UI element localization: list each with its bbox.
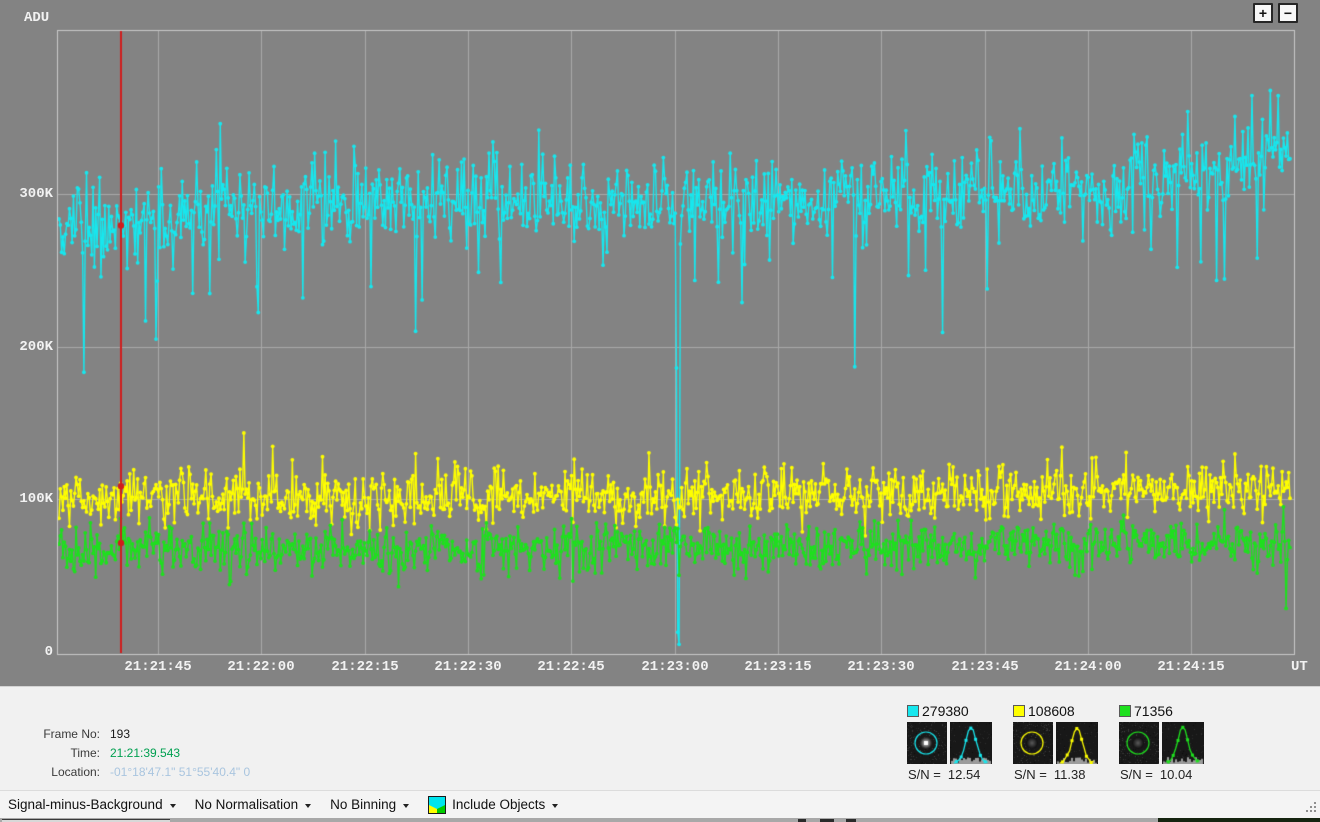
x-tick-label: 21:23:15: [733, 659, 823, 675]
legend-header: 108608: [1013, 704, 1111, 718]
legend-thumbnails: [1119, 722, 1217, 764]
background-window-sliver: [0, 818, 1320, 822]
psf-profile-thumbnail: [950, 722, 992, 764]
time-value: 21:21:39.543: [110, 746, 180, 760]
location-row: Location: -01°18'47.1" 51°55'40.4" 0: [12, 762, 250, 781]
sn-label: S/N =: [1014, 767, 1047, 782]
series-color-swatch: [1119, 705, 1131, 717]
zoom-out-button[interactable]: −: [1278, 3, 1298, 23]
chevron-down-icon: [170, 804, 176, 808]
dropdown-label: No Binning: [330, 797, 396, 812]
sn-value: 11.38: [1054, 767, 1086, 782]
dropdown-signal-mode[interactable]: Signal-minus-Background: [8, 797, 176, 812]
legend-header: 71356: [1119, 704, 1217, 718]
frame-info: Frame No: 193 Time: 21:21:39.543 Locatio…: [12, 724, 250, 781]
location-label: Location:: [12, 765, 110, 779]
dropdown-normalisation[interactable]: No Normalisation: [195, 797, 312, 812]
x-tick-label: 21:24:00: [1043, 659, 1133, 675]
dropdown-binning[interactable]: No Binning: [330, 797, 409, 812]
star-image-thumbnail: [1013, 722, 1053, 764]
frame-no-row: Frame No: 193: [12, 724, 250, 743]
chevron-down-icon: [552, 804, 558, 808]
signal-to-noise: S/N = 11.38: [1014, 767, 1111, 782]
resize-grip-icon[interactable]: [1304, 800, 1318, 814]
series-intensity-value: 108608: [1028, 703, 1075, 719]
x-axis-title: UT: [1291, 659, 1308, 675]
info-panel: Frame No: 193 Time: 21:21:39.543 Locatio…: [0, 686, 1320, 790]
legend-group-object-3: 71356 S/N = 10.04: [1115, 704, 1217, 782]
bottom-toolbar: Signal-minus-Background No Normalisation…: [0, 790, 1320, 818]
legend-group-object-2: 108608 S/N = 11.38: [1009, 704, 1111, 782]
dropdown-label: Include Objects: [452, 797, 545, 812]
zoom-in-button[interactable]: +: [1253, 3, 1273, 23]
frame-no-value: 193: [110, 727, 130, 741]
star-image-thumbnail: [907, 722, 947, 764]
chevron-down-icon: [305, 804, 311, 808]
y-tick-label: 0: [6, 644, 53, 660]
series-intensity-value: 71356: [1134, 703, 1173, 719]
include-objects-icon: [428, 796, 446, 814]
x-tick-label: 21:22:00: [216, 659, 306, 675]
chevron-down-icon: [403, 804, 409, 808]
location-value: -01°18'47.1" 51°55'40.4" 0: [110, 765, 250, 779]
star-image-thumbnail: [1119, 722, 1159, 764]
y-tick-label: 300K: [6, 186, 53, 202]
dropdown-include-objects[interactable]: Include Objects: [428, 796, 558, 814]
x-tick-label: 21:22:45: [526, 659, 616, 675]
x-tick-label: 21:22:30: [423, 659, 513, 675]
dropdown-label: Signal-minus-Background: [8, 797, 163, 812]
sn-value: 12.54: [948, 767, 981, 782]
legend-header: 279380: [907, 704, 1005, 718]
x-tick-label: 21:23:45: [940, 659, 1030, 675]
sn-value: 10.04: [1160, 767, 1193, 782]
legend-thumbnails: [1013, 722, 1111, 764]
y-axis-title: ADU: [24, 10, 49, 26]
legend-group-object-1: 279380 S/N = 12.54: [903, 704, 1005, 782]
psf-profile-thumbnail: [1056, 722, 1098, 764]
x-tick-label: 21:22:15: [320, 659, 410, 675]
x-tick-label: 21:23:00: [630, 659, 720, 675]
background-window-edge: [1158, 818, 1320, 822]
frame-no-label: Frame No:: [12, 727, 110, 741]
y-tick-label: 100K: [6, 491, 53, 507]
series-intensity-value: 279380: [922, 703, 969, 719]
dropdown-label: No Normalisation: [195, 797, 299, 812]
signal-to-noise: S/N = 10.04: [1120, 767, 1217, 782]
series-color-swatch: [1013, 705, 1025, 717]
time-row: Time: 21:21:39.543: [12, 743, 250, 762]
x-tick-label: 21:24:15: [1146, 659, 1236, 675]
light-curve-window: ADU UT 21:21:45 21:22:00 21:22:15 21:22:30 2…: [0, 0, 1320, 822]
x-tick-label: 21:21:45: [113, 659, 203, 675]
signal-to-noise: S/N = 12.54: [908, 767, 1005, 782]
time-label: Time:: [12, 746, 110, 760]
series-color-swatch: [907, 705, 919, 717]
sn-label: S/N =: [1120, 767, 1153, 782]
x-tick-label: 21:23:30: [836, 659, 926, 675]
light-curve-plot[interactable]: [0, 0, 1320, 686]
sn-label: S/N =: [908, 767, 941, 782]
y-tick-label: 200K: [6, 339, 53, 355]
psf-profile-thumbnail: [1162, 722, 1204, 764]
legend-thumbnails: [907, 722, 1005, 764]
